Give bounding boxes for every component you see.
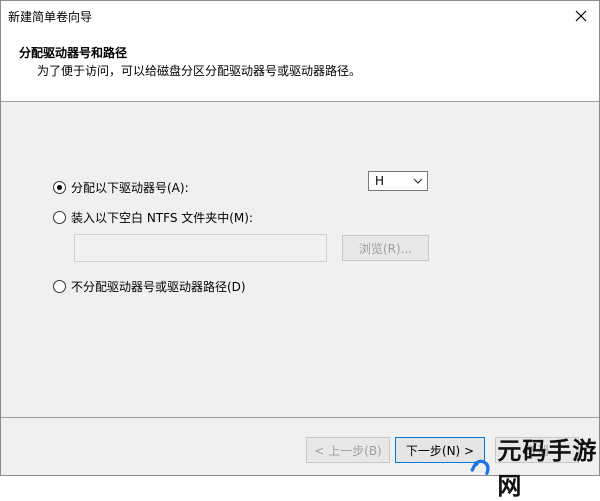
close-button[interactable] (569, 5, 593, 27)
close-icon (575, 10, 587, 22)
title-bar: 新建简单卷向导 (1, 1, 599, 33)
no-assign-radio[interactable] (53, 280, 66, 293)
page-subtitle: 为了便于访问，可以给磁盘分区分配驱动器号或驱动器路径。 (37, 64, 362, 78)
browse-button[interactable]: 浏览(R)... (342, 235, 429, 261)
mount-folder-radio[interactable] (53, 211, 66, 224)
assign-letter-label: 分配以下驱动器号(A): (71, 181, 189, 195)
watermark-text: 元码手游网 (497, 437, 598, 500)
site-watermark: 元码手游网 (469, 431, 599, 501)
chevron-down-icon (413, 178, 423, 184)
back-button[interactable]: < 上一步(B) (306, 437, 390, 463)
drive-letter-value: H (375, 174, 385, 188)
assign-letter-radio[interactable] (53, 181, 66, 194)
no-assign-label: 不分配驱动器号或驱动器路径(D) (71, 280, 246, 294)
no-assign-option[interactable]: 不分配驱动器号或驱动器路径(D) (53, 278, 246, 295)
folder-path-input[interactable] (74, 234, 327, 262)
page-title: 分配驱动器号和路径 (19, 46, 128, 60)
drive-letter-select[interactable]: H (368, 171, 428, 191)
mount-folder-option[interactable]: 装入以下空白 NTFS 文件夹中(M): (53, 209, 253, 226)
assign-letter-option[interactable]: 分配以下驱动器号(A): (53, 179, 189, 196)
window-title: 新建简单卷向导 (8, 10, 93, 24)
watermark-logo-icon (470, 459, 490, 475)
wizard-window: 新建简单卷向导 分配驱动器号和路径 为了便于访问，可以给磁盘分区分配驱动器号或驱… (0, 0, 600, 500)
wizard-header: 分配驱动器号和路径 为了便于访问，可以给磁盘分区分配驱动器号或驱动器路径。 (1, 33, 599, 101)
mount-folder-label: 装入以下空白 NTFS 文件夹中(M): (71, 211, 254, 225)
